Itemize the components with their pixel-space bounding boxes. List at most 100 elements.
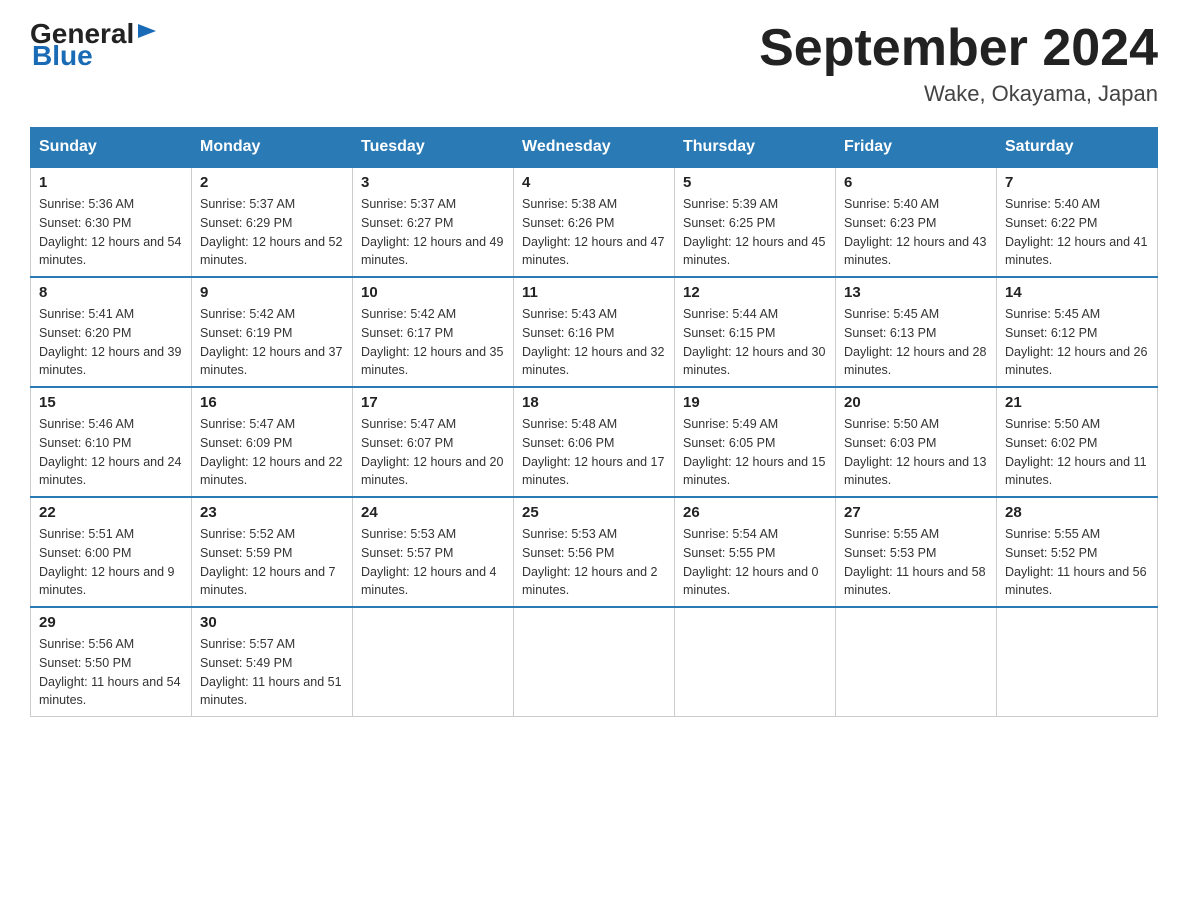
day-number: 5 [683,174,827,191]
day-number: 6 [844,174,988,191]
month-title: September 2024 [759,20,1158,77]
day-number: 26 [683,504,827,521]
day-info: Sunrise: 5:42 AMSunset: 6:17 PMDaylight:… [361,305,505,380]
col-wednesday: Wednesday [514,128,675,168]
table-row: 17Sunrise: 5:47 AMSunset: 6:07 PMDayligh… [353,387,514,497]
table-row: 8 Sunrise: 5:41 AMSunset: 6:20 PMDaylight… [31,277,192,387]
col-monday: Monday [192,128,353,168]
day-info: Sunrise: 5:36 AMSunset: 6:30 PMDaylight:… [39,195,183,270]
day-info: Sunrise: 5:38 AMSunset: 6:26 PMDaylight:… [522,195,666,270]
day-number: 18 [522,394,666,411]
table-row: 27Sunrise: 5:55 AMSunset: 5:53 PMDayligh… [836,497,997,607]
table-row: 21 Sunrise: 5:50 AMSunset: 6:02 PMDayligh… [997,387,1158,497]
logo: General Blue [30,20,158,70]
day-info: Sunrise: 5:50 AMSunset: 6:03 PMDaylight:… [844,415,988,490]
day-number: 28 [1005,504,1149,521]
table-row: 14Sunrise: 5:45 AMSunset: 6:12 PMDayligh… [997,277,1158,387]
day-number: 14 [1005,284,1149,301]
table-row: 23 Sunrise: 5:52 AMSunset: 5:59 PMDayligh… [192,497,353,607]
day-number: 11 [522,284,666,301]
table-row: 7 Sunrise: 5:40 AMSunset: 6:22 PMDaylight… [997,167,1158,277]
day-info: Sunrise: 5:53 AMSunset: 5:56 PMDaylight:… [522,525,666,600]
table-row: 6 Sunrise: 5:40 AMSunset: 6:23 PMDaylight… [836,167,997,277]
table-row [353,607,514,717]
calendar-week-row: 29 Sunrise: 5:56 AMSunset: 5:50 PMDayligh… [31,607,1158,717]
day-info: Sunrise: 5:56 AMSunset: 5:50 PMDaylight:… [39,635,183,710]
table-row: 10Sunrise: 5:42 AMSunset: 6:17 PMDayligh… [353,277,514,387]
location-subtitle: Wake, Okayama, Japan [759,81,1158,107]
calendar-header-row: Sunday Monday Tuesday Wednesday Thursday… [31,128,1158,168]
day-number: 4 [522,174,666,191]
calendar-week-row: 22Sunrise: 5:51 AMSunset: 6:00 PMDayligh… [31,497,1158,607]
logo-blue-text: Blue [32,40,93,71]
day-number: 24 [361,504,505,521]
day-info: Sunrise: 5:37 AMSunset: 6:27 PMDaylight:… [361,195,505,270]
day-info: Sunrise: 5:40 AMSunset: 6:22 PMDaylight:… [1005,195,1149,270]
day-info: Sunrise: 5:52 AMSunset: 5:59 PMDaylight:… [200,525,344,600]
title-section: September 2024 Wake, Okayama, Japan [759,20,1158,107]
col-sunday: Sunday [31,128,192,168]
table-row: 19 Sunrise: 5:49 AMSunset: 6:05 PMDayligh… [675,387,836,497]
day-info: Sunrise: 5:55 AMSunset: 5:52 PMDaylight:… [1005,525,1149,600]
day-info: Sunrise: 5:47 AMSunset: 6:09 PMDaylight:… [200,415,344,490]
col-saturday: Saturday [997,128,1158,168]
day-number: 17 [361,394,505,411]
day-info: Sunrise: 5:39 AMSunset: 6:25 PMDaylight:… [683,195,827,270]
table-row: 22Sunrise: 5:51 AMSunset: 6:00 PMDayligh… [31,497,192,607]
day-number: 2 [200,174,344,191]
table-row: 2 Sunrise: 5:37 AMSunset: 6:29 PMDaylight… [192,167,353,277]
table-row: 25 Sunrise: 5:53 AMSunset: 5:56 PMDayligh… [514,497,675,607]
day-number: 16 [200,394,344,411]
calendar-week-row: 1 Sunrise: 5:36 AMSunset: 6:30 PMDaylight… [31,167,1158,277]
day-number: 20 [844,394,988,411]
table-row: 28 Sunrise: 5:55 AMSunset: 5:52 PMDayligh… [997,497,1158,607]
day-info: Sunrise: 5:50 AMSunset: 6:02 PMDaylight:… [1005,415,1149,490]
day-info: Sunrise: 5:37 AMSunset: 6:29 PMDaylight:… [200,195,344,270]
day-info: Sunrise: 5:55 AMSunset: 5:53 PMDaylight:… [844,525,988,600]
day-number: 21 [1005,394,1149,411]
day-info: Sunrise: 5:44 AMSunset: 6:15 PMDaylight:… [683,305,827,380]
day-info: Sunrise: 5:46 AMSunset: 6:10 PMDaylight:… [39,415,183,490]
table-row: 26Sunrise: 5:54 AMSunset: 5:55 PMDayligh… [675,497,836,607]
table-row [997,607,1158,717]
day-number: 3 [361,174,505,191]
col-tuesday: Tuesday [353,128,514,168]
day-info: Sunrise: 5:40 AMSunset: 6:23 PMDaylight:… [844,195,988,270]
day-info: Sunrise: 5:57 AMSunset: 5:49 PMDaylight:… [200,635,344,710]
day-info: Sunrise: 5:41 AMSunset: 6:20 PMDaylight:… [39,305,183,380]
table-row [514,607,675,717]
table-row: 3 Sunrise: 5:37 AMSunset: 6:27 PMDaylight… [353,167,514,277]
day-number: 29 [39,614,183,631]
day-number: 12 [683,284,827,301]
table-row: 5 Sunrise: 5:39 AMSunset: 6:25 PMDaylight… [675,167,836,277]
table-row: 13Sunrise: 5:45 AMSunset: 6:13 PMDayligh… [836,277,997,387]
col-friday: Friday [836,128,997,168]
day-number: 1 [39,174,183,191]
day-number: 25 [522,504,666,521]
table-row: 30 Sunrise: 5:57 AMSunset: 5:49 PMDayligh… [192,607,353,717]
day-number: 30 [200,614,344,631]
day-info: Sunrise: 5:48 AMSunset: 6:06 PMDaylight:… [522,415,666,490]
day-info: Sunrise: 5:51 AMSunset: 6:00 PMDaylight:… [39,525,183,600]
col-thursday: Thursday [675,128,836,168]
calendar-week-row: 8 Sunrise: 5:41 AMSunset: 6:20 PMDaylight… [31,277,1158,387]
day-number: 23 [200,504,344,521]
header: General Blue September 2024 Wake, Okayam… [30,20,1158,107]
table-row: 9Sunrise: 5:42 AMSunset: 6:19 PMDaylight… [192,277,353,387]
calendar-table: Sunday Monday Tuesday Wednesday Thursday… [30,127,1158,717]
day-number: 13 [844,284,988,301]
table-row: 20 Sunrise: 5:50 AMSunset: 6:03 PMDayligh… [836,387,997,497]
table-row: 11 Sunrise: 5:43 AMSunset: 6:16 PMDayligh… [514,277,675,387]
table-row: 29 Sunrise: 5:56 AMSunset: 5:50 PMDayligh… [31,607,192,717]
day-number: 9 [200,284,344,301]
day-number: 8 [39,284,183,301]
table-row: 24 Sunrise: 5:53 AMSunset: 5:57 PMDayligh… [353,497,514,607]
table-row: 18 Sunrise: 5:48 AMSunset: 6:06 PMDayligh… [514,387,675,497]
table-row: 12 Sunrise: 5:44 AMSunset: 6:15 PMDayligh… [675,277,836,387]
day-info: Sunrise: 5:43 AMSunset: 6:16 PMDaylight:… [522,305,666,380]
day-info: Sunrise: 5:49 AMSunset: 6:05 PMDaylight:… [683,415,827,490]
day-info: Sunrise: 5:53 AMSunset: 5:57 PMDaylight:… [361,525,505,600]
day-number: 7 [1005,174,1149,191]
day-number: 19 [683,394,827,411]
table-row: 4 Sunrise: 5:38 AMSunset: 6:26 PMDaylight… [514,167,675,277]
